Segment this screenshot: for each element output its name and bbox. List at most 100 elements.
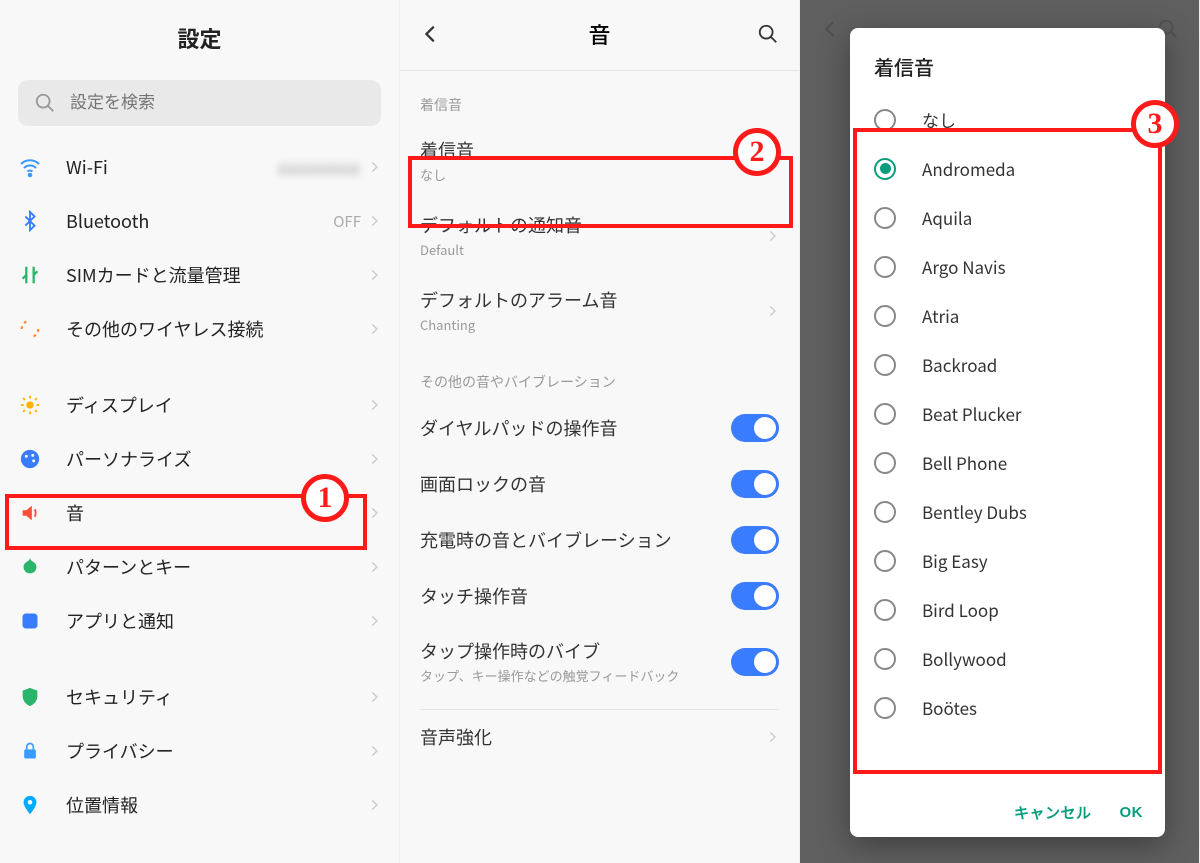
settings-row[interactable]: セキュリティ	[0, 670, 399, 724]
chevron-right-icon	[367, 506, 381, 520]
ringtone-option[interactable]: Beat Plucker	[850, 389, 1165, 438]
setting-label: タップ操作時のバイブ	[420, 638, 731, 664]
setting-row[interactable]: 画面ロックの音	[400, 456, 799, 512]
sound-icon	[18, 501, 42, 525]
settings-row-label: プライバシー	[66, 738, 367, 764]
settings-list: Wi-Fi▮▮▮▮▮▮▮▮▮BluetoothOFFSIMカードと流量管理その他…	[0, 140, 399, 832]
settings-row[interactable]: パターンとキー	[0, 540, 399, 594]
ringtone-option-label: Bell Phone	[922, 450, 1007, 475]
ringtone-option-label: Aquila	[922, 205, 972, 230]
settings-row[interactable]: 音	[0, 486, 399, 540]
chevron-right-icon	[765, 730, 779, 744]
radio-icon	[874, 158, 896, 180]
ringtone-option[interactable]: Backroad	[850, 340, 1165, 389]
settings-row-label: アプリと通知	[66, 608, 367, 634]
chevron-right-icon	[367, 452, 381, 466]
radio-icon	[874, 207, 896, 229]
ringtone-option[interactable]: Aquila	[850, 193, 1165, 242]
setting-row-audio-enhance[interactable]: 音声強化	[400, 710, 799, 764]
ringtone-option[interactable]: Atria	[850, 291, 1165, 340]
setting-sublabel: なし	[420, 165, 765, 184]
toggle-switch[interactable]	[731, 470, 779, 498]
search-box[interactable]	[18, 80, 381, 126]
radio-icon	[874, 452, 896, 474]
ringtone-option-label: Backroad	[922, 352, 997, 377]
settings-row-label: Bluetooth	[66, 208, 333, 234]
dialog-title: 着信音	[850, 48, 1165, 95]
ringtone-option[interactable]: Argo Navis	[850, 242, 1165, 291]
radio-icon	[874, 550, 896, 572]
radio-icon	[874, 599, 896, 621]
setting-label: 着信音	[420, 137, 765, 163]
bluetooth-icon	[18, 209, 42, 233]
setting-row[interactable]: タッチ操作音	[400, 568, 799, 624]
ringtone-option[interactable]: Boötes	[850, 683, 1165, 732]
section-header-ringtone: 着信音	[400, 71, 799, 123]
ringtone-option[interactable]: Big Easy	[850, 536, 1165, 585]
chevron-right-icon	[367, 744, 381, 758]
setting-label: 音声強化	[420, 724, 765, 750]
radio-icon	[874, 697, 896, 719]
ringtone-option[interactable]: なし	[850, 95, 1165, 144]
radio-icon	[874, 256, 896, 278]
chevron-right-icon	[367, 798, 381, 812]
privacy-icon	[18, 739, 42, 763]
setting-row[interactable]: タップ操作時のバイブタップ、キー操作などの触覚フィードバック	[400, 624, 799, 699]
settings-row[interactable]: その他のワイヤレス接続	[0, 302, 399, 356]
setting-row[interactable]: ダイヤルパッドの操作音	[400, 400, 799, 456]
ringtone-option-label: Andromeda	[922, 156, 1015, 181]
toggle-switch[interactable]	[731, 582, 779, 610]
apps-icon	[18, 609, 42, 633]
settings-row[interactable]: アプリと通知	[0, 594, 399, 648]
ringtone-option[interactable]: Bollywood	[850, 634, 1165, 683]
ringtone-dialog-panel: 着信音 なし Andromeda Aquila Argo NavisAtria Back…	[800, 0, 1200, 863]
page-title: 音	[588, 18, 610, 50]
chevron-right-icon	[367, 322, 381, 336]
search-input[interactable]	[70, 93, 365, 113]
settings-row-label: その他のワイヤレス接続	[66, 316, 367, 342]
setting-label: デフォルトのアラーム音	[420, 287, 765, 313]
page-title: 設定	[0, 0, 399, 72]
sound-panel: 音 着信音 着信音なしデフォルトの通知音Defaultデフォルトのアラーム音Ch…	[400, 0, 800, 863]
row-value-blurred: ▮▮▮▮▮▮▮▮▮	[279, 158, 361, 177]
ringtone-dialog: 着信音 なし Andromeda Aquila Argo NavisAtria Back…	[850, 28, 1165, 837]
ok-button[interactable]: OK	[1120, 802, 1144, 823]
toggle-switch[interactable]	[731, 648, 779, 676]
toggle-switch[interactable]	[731, 414, 779, 442]
setting-row[interactable]: 着信音なし	[400, 123, 799, 198]
setting-row[interactable]: デフォルトのアラーム音Chanting	[400, 273, 799, 348]
settings-row[interactable]: プライバシー	[0, 724, 399, 778]
cancel-button[interactable]: キャンセル	[1014, 802, 1092, 823]
display-icon	[18, 393, 42, 417]
settings-row[interactable]: SIMカードと流量管理	[0, 248, 399, 302]
row-value: OFF	[333, 211, 361, 232]
settings-row[interactable]: BluetoothOFF	[0, 194, 399, 248]
setting-row[interactable]: 充電時の音とバイブレーション	[400, 512, 799, 568]
back-icon[interactable]	[420, 23, 442, 45]
dialog-actions: キャンセル OK	[850, 788, 1165, 829]
settings-row[interactable]: ディスプレイ	[0, 378, 399, 432]
ringtone-option-label: Bird Loop	[922, 597, 999, 622]
setting-label: ダイヤルパッドの操作音	[420, 415, 731, 441]
ringtone-option-label: Big Easy	[922, 548, 988, 573]
ringtone-option[interactable]: Bell Phone	[850, 438, 1165, 487]
radio-icon	[874, 354, 896, 376]
settings-row[interactable]: パーソナライズ	[0, 432, 399, 486]
setting-row[interactable]: デフォルトの通知音Default	[400, 198, 799, 273]
ringtone-option-label: なし	[922, 107, 956, 132]
ringtone-option[interactable]: Bird Loop	[850, 585, 1165, 634]
chevron-right-icon	[367, 560, 381, 574]
settings-row[interactable]: 位置情報	[0, 778, 399, 832]
settings-row[interactable]: Wi-Fi▮▮▮▮▮▮▮▮▮	[0, 140, 399, 194]
search-icon[interactable]	[757, 23, 779, 45]
ringtone-option[interactable]: Andromeda	[850, 144, 1165, 193]
radio-icon	[874, 648, 896, 670]
settings-row-label: 位置情報	[66, 792, 367, 818]
search-icon	[34, 92, 56, 114]
toggle-switch[interactable]	[731, 526, 779, 554]
ringtone-option[interactable]: Bentley Dubs	[850, 487, 1165, 536]
chevron-right-icon	[367, 268, 381, 282]
chevron-right-icon	[765, 154, 779, 168]
wireless-icon	[18, 317, 42, 341]
wifi-icon	[18, 155, 42, 179]
